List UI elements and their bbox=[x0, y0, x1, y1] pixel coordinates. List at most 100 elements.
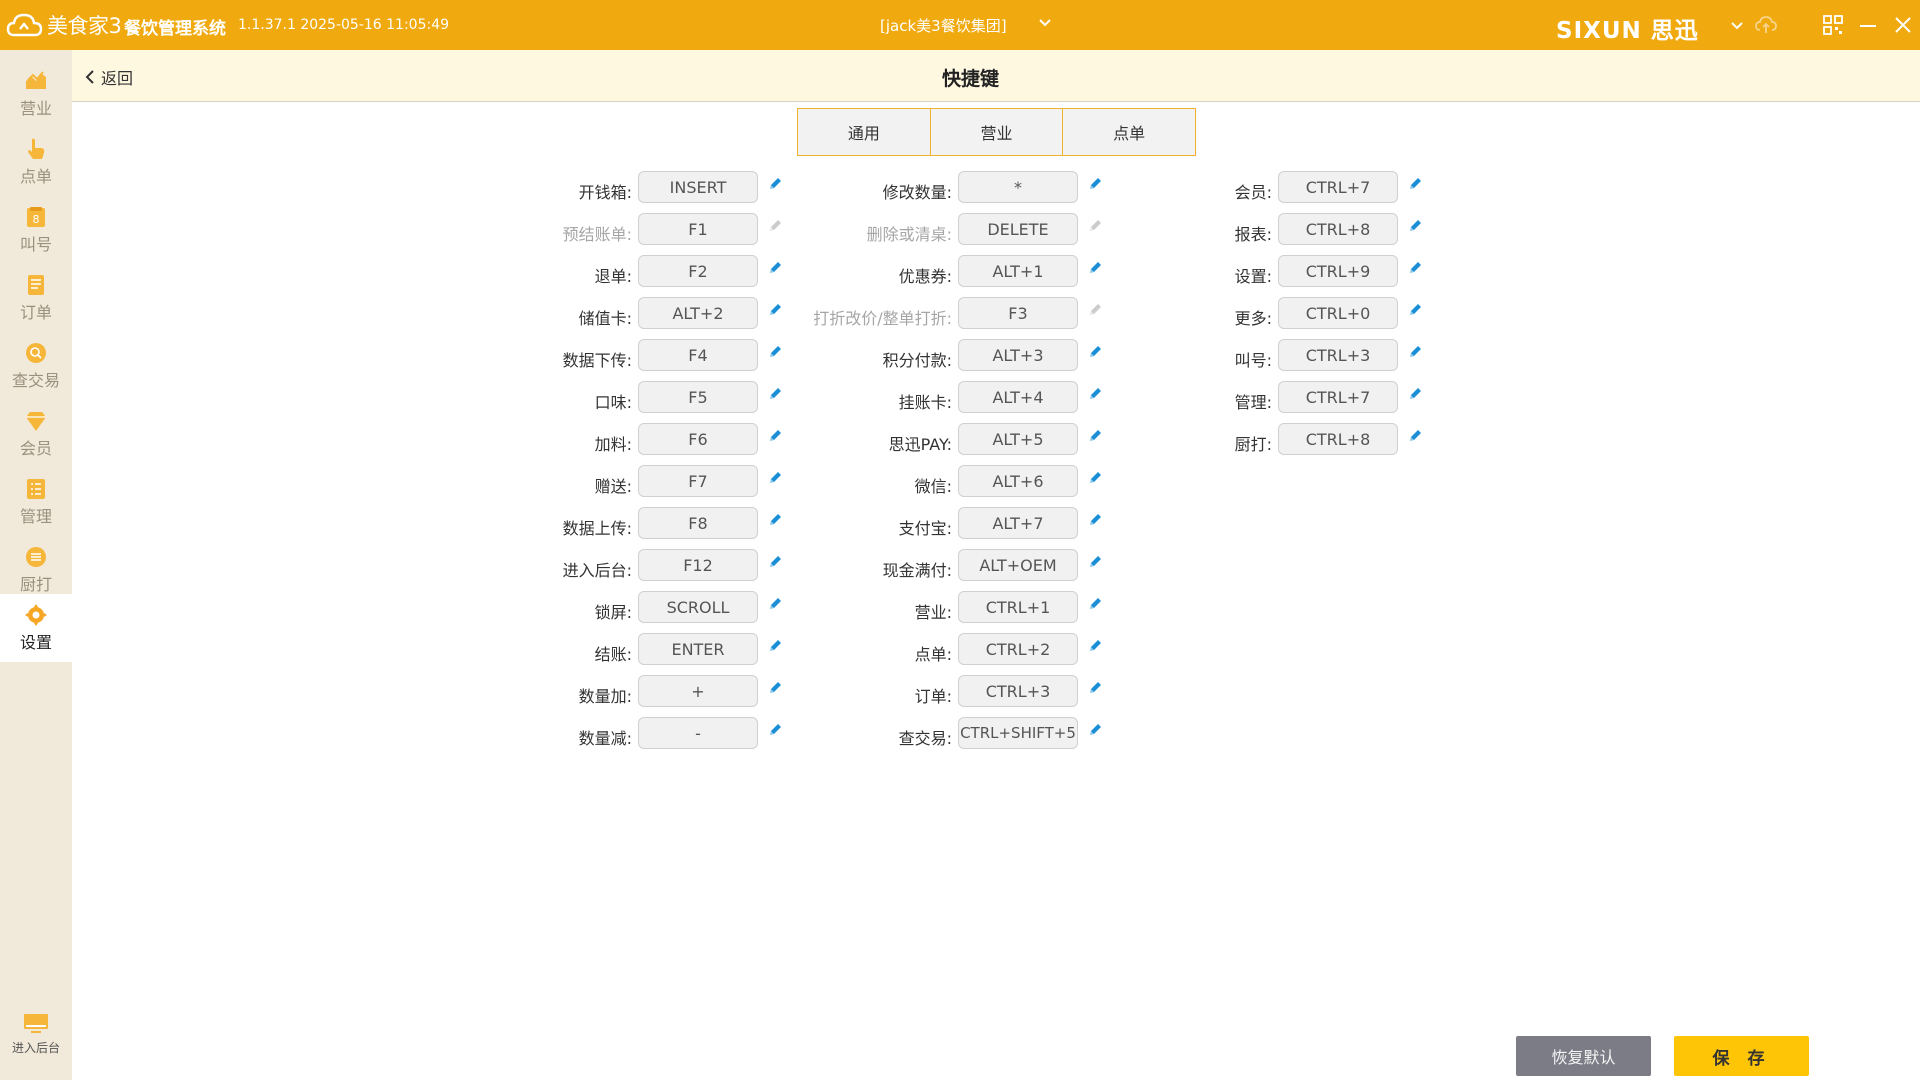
shortcut-key-field[interactable]: INSERT bbox=[638, 171, 758, 203]
shortcut-key-field[interactable]: - bbox=[638, 717, 758, 749]
sidebar-item-settings[interactable]: 设置 bbox=[0, 594, 72, 662]
shortcut-key-field[interactable]: * bbox=[958, 171, 1078, 203]
shortcut-key-field[interactable]: CTRL+7 bbox=[1278, 381, 1398, 413]
edit-pencil-icon[interactable] bbox=[1087, 470, 1103, 486]
settings-gear-icon bbox=[25, 604, 47, 626]
edit-pencil-icon[interactable] bbox=[767, 176, 783, 192]
sidebar-item-member[interactable]: 会员 bbox=[0, 400, 72, 468]
sidebar-item-management[interactable]: 管理 bbox=[0, 468, 72, 536]
edit-pencil-icon[interactable] bbox=[767, 554, 783, 570]
edit-pencil-icon[interactable] bbox=[767, 680, 783, 696]
edit-pencil-icon[interactable] bbox=[1087, 344, 1103, 360]
shortcut-key-field[interactable]: ALT+6 bbox=[958, 465, 1078, 497]
shortcut-label: 结账: bbox=[594, 645, 632, 664]
sidebar-enter-backend[interactable]: 进入后台 bbox=[0, 1013, 72, 1073]
edit-pencil-icon[interactable] bbox=[767, 428, 783, 444]
shortcut-key-field[interactable]: ENTER bbox=[638, 633, 758, 665]
edit-pencil-icon[interactable] bbox=[767, 344, 783, 360]
shortcut-key-field[interactable]: ALT+OEM bbox=[958, 549, 1078, 581]
edit-pencil-icon[interactable] bbox=[1407, 176, 1423, 192]
group-name[interactable]: [jack美3餐饮集团] bbox=[880, 15, 1007, 36]
shortcut-label: 积分付款: bbox=[882, 351, 952, 370]
edit-pencil-icon bbox=[770, 220, 781, 231]
shortcut-key-field[interactable]: F12 bbox=[638, 549, 758, 581]
edit-pencil-icon[interactable] bbox=[1087, 176, 1103, 192]
edit-pencil-icon[interactable] bbox=[1407, 302, 1423, 318]
chevron-left-icon bbox=[85, 70, 94, 84]
shortcut-key-field[interactable]: CTRL+1 bbox=[958, 591, 1078, 623]
edit-pencil-icon[interactable] bbox=[1407, 428, 1423, 444]
sidebar-item-business[interactable]: 营业 bbox=[0, 60, 72, 128]
shortcut-key-field[interactable]: F1 bbox=[638, 213, 758, 245]
edit-pencil-icon[interactable] bbox=[1087, 722, 1103, 738]
shortcut-key-field[interactable]: ALT+1 bbox=[958, 255, 1078, 287]
shortcut-key-field[interactable]: CTRL+7 bbox=[1278, 171, 1398, 203]
shortcut-key-field[interactable]: CTRL+9 bbox=[1278, 255, 1398, 287]
edit-pencil-icon[interactable] bbox=[1087, 512, 1103, 528]
shortcut-key-field[interactable]: ALT+5 bbox=[958, 423, 1078, 455]
shortcut-key-field[interactable]: F6 bbox=[638, 423, 758, 455]
edit-pencil-icon[interactable] bbox=[767, 386, 783, 402]
edit-pencil-icon[interactable] bbox=[767, 722, 783, 738]
edit-pencil-icon[interactable] bbox=[767, 512, 783, 528]
edit-pencil-icon[interactable] bbox=[1407, 344, 1423, 360]
edit-pencil-icon[interactable] bbox=[1087, 680, 1103, 696]
sidebar-item-call-number[interactable]: 8 叫号 bbox=[0, 196, 72, 264]
shortcut-key-field[interactable]: F8 bbox=[638, 507, 758, 539]
sidebar-item-search-trade[interactable]: 查交易 bbox=[0, 332, 72, 400]
minimize-icon[interactable] bbox=[1857, 14, 1879, 36]
chevron-down-icon[interactable] bbox=[1038, 16, 1052, 30]
edit-pencil-icon[interactable] bbox=[767, 470, 783, 486]
shortcut-key-field[interactable]: F5 bbox=[638, 381, 758, 413]
shortcut-key-field[interactable]: ALT+7 bbox=[958, 507, 1078, 539]
tab-business[interactable]: 营业 bbox=[930, 109, 1064, 155]
edit-pencil-icon[interactable] bbox=[1407, 260, 1423, 276]
edit-pencil-icon[interactable] bbox=[1087, 386, 1103, 402]
business-icon bbox=[26, 71, 46, 89]
kitchen-print-icon bbox=[26, 547, 46, 567]
edit-pencil-icon[interactable] bbox=[1087, 428, 1103, 444]
shortcut-key-field[interactable]: CTRL+3 bbox=[1278, 339, 1398, 371]
shortcut-key-field[interactable]: ALT+4 bbox=[958, 381, 1078, 413]
shortcut-key-field[interactable]: ALT+2 bbox=[638, 297, 758, 329]
edit-pencil-icon[interactable] bbox=[767, 638, 783, 654]
sidebar-item-orders[interactable]: 订单 bbox=[0, 264, 72, 332]
shortcut-key-field[interactable]: F4 bbox=[638, 339, 758, 371]
close-icon[interactable] bbox=[1892, 14, 1914, 36]
edit-pencil-icon[interactable] bbox=[1407, 386, 1423, 402]
edit-pencil-icon[interactable] bbox=[1087, 554, 1103, 570]
shortcut-key-field[interactable]: CTRL+3 bbox=[958, 675, 1078, 707]
shortcut-key-field[interactable]: F2 bbox=[638, 255, 758, 287]
shortcut-label: 锁屏: bbox=[594, 603, 632, 622]
edit-pencil-icon[interactable] bbox=[767, 302, 783, 318]
qr-code-icon[interactable] bbox=[1822, 14, 1844, 36]
dropdown-chevron-icon[interactable] bbox=[1726, 14, 1748, 36]
monitor-icon bbox=[24, 1014, 48, 1033]
shortcut-key-field[interactable]: CTRL+SHIFT+5 bbox=[958, 717, 1078, 749]
shortcut-key-field[interactable]: CTRL+0 bbox=[1278, 297, 1398, 329]
shortcut-key-field[interactable]: F7 bbox=[638, 465, 758, 497]
edit-pencil-icon[interactable] bbox=[1087, 260, 1103, 276]
shortcut-key-field[interactable]: DELETE bbox=[958, 213, 1078, 245]
shortcut-key-field[interactable]: SCROLL bbox=[638, 591, 758, 623]
shortcut-label: 储值卡: bbox=[578, 309, 632, 328]
tab-general[interactable]: 通用 bbox=[798, 109, 931, 155]
page-header: 返回 快捷键 bbox=[72, 50, 1920, 102]
edit-pencil-icon[interactable] bbox=[767, 596, 783, 612]
restore-default-button[interactable]: 恢复默认 bbox=[1516, 1036, 1651, 1076]
back-button[interactable]: 返回 bbox=[84, 65, 133, 89]
edit-pencil-icon[interactable] bbox=[1087, 638, 1103, 654]
edit-pencil-icon[interactable] bbox=[767, 260, 783, 276]
shortcut-key-field[interactable]: CTRL+8 bbox=[1278, 213, 1398, 245]
shortcut-key-field[interactable]: CTRL+2 bbox=[958, 633, 1078, 665]
cloud-upload-icon[interactable] bbox=[1755, 14, 1777, 36]
edit-pencil-icon[interactable] bbox=[1087, 596, 1103, 612]
tab-order[interactable]: 点单 bbox=[1063, 109, 1196, 155]
edit-pencil-icon[interactable] bbox=[1407, 218, 1423, 234]
shortcut-key-field[interactable]: F3 bbox=[958, 297, 1078, 329]
shortcut-key-field[interactable]: + bbox=[638, 675, 758, 707]
shortcut-key-field[interactable]: CTRL+8 bbox=[1278, 423, 1398, 455]
shortcut-key-field[interactable]: ALT+3 bbox=[958, 339, 1078, 371]
sidebar-item-order[interactable]: 点单 bbox=[0, 128, 72, 196]
save-button[interactable]: 保 存 bbox=[1674, 1036, 1809, 1076]
